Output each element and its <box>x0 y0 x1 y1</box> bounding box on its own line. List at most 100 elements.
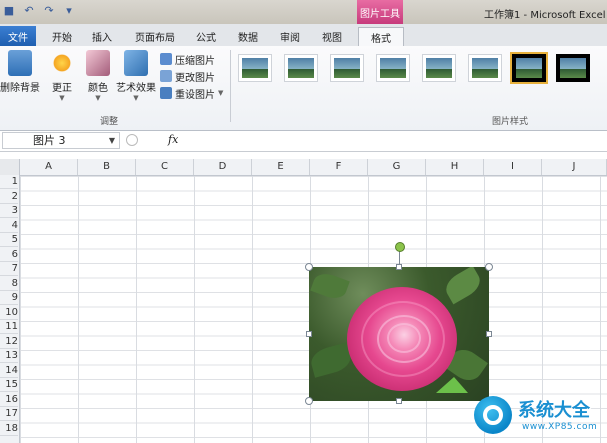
tab-home[interactable]: 开始 <box>44 27 80 46</box>
compress-icon <box>160 53 172 65</box>
tab-file[interactable]: 文件 <box>0 26 36 46</box>
picture-style-thumb[interactable] <box>376 54 410 82</box>
tab-data[interactable]: 数据 <box>230 27 266 46</box>
chevron-down-icon: ▼ <box>95 94 101 102</box>
row-header[interactable]: 9 <box>0 291 18 305</box>
sun-icon <box>50 50 74 76</box>
rotate-handle[interactable] <box>395 242 405 252</box>
picture-style-thumb-selected[interactable] <box>510 52 548 84</box>
chevron-down-icon: ▼ <box>133 94 139 102</box>
name-box[interactable]: 图片 3 ▼ <box>2 132 120 149</box>
column-headers: A B C D E F G H I J <box>0 159 607 176</box>
column-header[interactable]: G <box>368 159 426 175</box>
redo-icon[interactable]: ↷ <box>42 3 56 17</box>
group-label-adjust: 调整 <box>100 117 119 127</box>
column-header[interactable]: J <box>542 159 607 175</box>
row-header[interactable]: 10 <box>0 306 18 320</box>
picture-style-thumb[interactable] <box>284 54 318 82</box>
picture-style-thumb[interactable] <box>468 54 502 82</box>
picture-style-thumb[interactable] <box>238 54 272 82</box>
tab-formulas[interactable]: 公式 <box>188 27 224 46</box>
picture-style-thumb[interactable] <box>422 54 456 82</box>
resize-handle-nw[interactable] <box>305 263 313 271</box>
leaf-shape <box>310 269 350 303</box>
chevron-down-icon: ▼ <box>218 89 224 97</box>
row-header[interactable]: 5 <box>0 233 18 247</box>
change-picture-button[interactable]: 更改图片 <box>160 69 223 84</box>
customize-qat-icon[interactable]: ▾ <box>62 3 76 17</box>
remove-background-button[interactable]: 删除背景 <box>0 50 40 94</box>
resize-handle-ne[interactable] <box>485 263 493 271</box>
watermark-url: www.XP85.com <box>522 422 598 432</box>
row-header[interactable]: 1 <box>0 175 18 189</box>
undo-icon[interactable]: ↶ <box>22 3 36 17</box>
reset-icon <box>160 87 172 99</box>
column-header[interactable]: C <box>136 159 194 175</box>
chevron-down-icon: ▼ <box>59 94 65 102</box>
resize-handle-n[interactable] <box>396 264 402 270</box>
leaf-shape <box>441 267 485 305</box>
logo-icon <box>474 396 512 434</box>
row-header[interactable]: 7 <box>0 262 18 276</box>
column-header[interactable]: F <box>310 159 368 175</box>
row-header[interactable]: 11 <box>0 320 18 334</box>
formula-bar: 图片 3 ▼ fx <box>0 131 607 152</box>
row-header[interactable]: 17 <box>0 407 18 421</box>
row-header[interactable]: 12 <box>0 335 18 349</box>
picture-tools-context: 图片工具 <box>357 0 403 24</box>
tab-review[interactable]: 审阅 <box>272 27 308 46</box>
compress-pictures-button[interactable]: 压缩图片 <box>160 52 223 67</box>
picture-small-buttons: 压缩图片 更改图片 重设图片 ▼ <box>160 52 224 101</box>
corrections-button[interactable]: 更正 ▼ <box>44 50 80 102</box>
resize-handle-w[interactable] <box>306 331 312 337</box>
picture-style-thumb[interactable] <box>330 54 364 82</box>
artistic-effects-button[interactable]: 艺术效果 ▼ <box>116 50 156 102</box>
formula-bar-separator-icon <box>126 134 138 146</box>
group-label-picture-styles: 图片样式 <box>492 117 529 127</box>
row-header[interactable]: 18 <box>0 422 18 436</box>
column-header[interactable]: B <box>78 159 136 175</box>
reset-picture-button[interactable]: 重设图片 ▼ <box>160 86 224 101</box>
resize-handle-e[interactable] <box>486 331 492 337</box>
remove-background-icon <box>8 50 32 76</box>
resize-handle-sw[interactable] <box>305 397 313 405</box>
color-icon <box>86 50 110 76</box>
column-header[interactable]: E <box>252 159 310 175</box>
column-header[interactable]: D <box>194 159 252 175</box>
title-bar: ■ ↶ ↷ ▾ 图片工具 工作簿1 - Microsoft Excel <box>0 0 607 24</box>
resize-handle-s[interactable] <box>396 398 402 404</box>
row-header[interactable]: 6 <box>0 248 18 262</box>
tab-format[interactable]: 格式 <box>358 27 404 47</box>
ribbon-format: 删除背景 更正 ▼ 颜色 ▼ 艺术效果 ▼ 压缩图片 更改图片 重设图片 ▼ 调… <box>0 46 607 131</box>
tab-page-layout[interactable]: 页面布局 <box>126 27 184 46</box>
quick-access-toolbar: ■ ↶ ↷ ▾ <box>2 3 76 17</box>
decorative-green-shape <box>436 377 468 393</box>
color-button[interactable]: 颜色 ▼ <box>80 50 116 102</box>
tab-insert[interactable]: 插入 <box>84 27 120 46</box>
app-title: 工作簿1 - Microsoft Excel <box>484 10 606 21</box>
tab-view[interactable]: 视图 <box>314 27 350 46</box>
row-header[interactable]: 16 <box>0 393 18 407</box>
row-header[interactable]: 2 <box>0 190 18 204</box>
group-separator <box>230 50 231 122</box>
insert-function-icon[interactable]: fx <box>168 133 178 146</box>
watermark-name: 系统大全 <box>518 400 590 421</box>
chevron-down-icon: ▼ <box>108 136 115 145</box>
change-picture-icon <box>160 70 172 82</box>
save-icon[interactable]: ■ <box>2 3 16 17</box>
column-header[interactable]: I <box>484 159 542 175</box>
column-header[interactable]: H <box>426 159 484 175</box>
picture-style-thumb[interactable] <box>556 54 590 82</box>
row-header[interactable]: 13 <box>0 349 18 363</box>
select-all-corner[interactable] <box>0 159 20 175</box>
row-header[interactable]: 14 <box>0 364 18 378</box>
row-header[interactable]: 4 <box>0 219 18 233</box>
ribbon-tabs: 文件 开始 插入 页面布局 公式 数据 审阅 视图 格式 <box>0 24 607 47</box>
row-headers: 1 2 3 4 5 6 7 8 9 10 11 12 13 14 15 16 1… <box>0 175 20 443</box>
row-header[interactable]: 8 <box>0 277 18 291</box>
column-header[interactable]: A <box>20 159 78 175</box>
artistic-effects-icon <box>124 50 148 76</box>
row-header[interactable]: 3 <box>0 204 18 218</box>
watermark-logo: 系统大全 www.XP85.com <box>470 390 607 443</box>
row-header[interactable]: 15 <box>0 378 18 392</box>
